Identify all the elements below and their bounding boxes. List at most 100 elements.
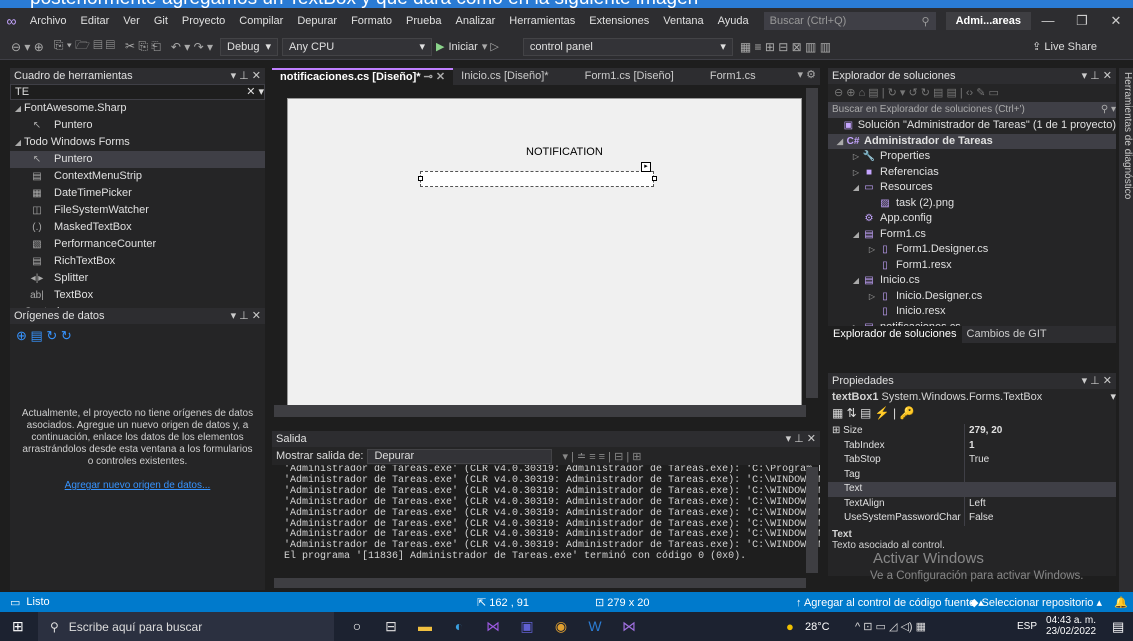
expander-icon[interactable]: ▷: [850, 149, 862, 165]
tab-solution-explorer[interactable]: Explorador de soluciones: [828, 326, 962, 343]
tray-icons[interactable]: ^ ⊡ ▭ ◿ ◁) ▦: [855, 620, 926, 633]
live-share-button[interactable]: ⇪ Live Share: [1032, 40, 1097, 53]
menu-proyecto[interactable]: Proyecto: [175, 8, 232, 34]
expander-icon[interactable]: ◢: [850, 273, 862, 289]
menu-analizar[interactable]: Analizar: [449, 8, 503, 34]
add-source-control[interactable]: ↑ Agregar al control de código fuente ▴: [796, 596, 984, 609]
tree-item[interactable]: ▷ ■ Referencias: [828, 165, 1116, 181]
textbox-control[interactable]: [420, 171, 654, 187]
cut-copy-paste-icon[interactable]: ✂ ⎘ ⎗: [122, 39, 164, 54]
toolbox-item[interactable]: ◫ FileSystemWatcher: [10, 202, 265, 219]
expander-icon[interactable]: ▷: [866, 242, 878, 258]
menu-compilar[interactable]: Compilar: [232, 8, 290, 34]
notification-label[interactable]: NOTIFICATION: [526, 146, 603, 158]
account-button[interactable]: Admi...areas: [945, 12, 1031, 30]
tree-item[interactable]: ▯ Form1.resx: [828, 258, 1116, 274]
tree-item[interactable]: ▯ Inicio.resx: [828, 304, 1116, 320]
tab-form1-code[interactable]: Form1.cs: [702, 68, 764, 85]
add-datasource-link[interactable]: Agregar nuevo origen de datos...: [10, 480, 265, 491]
toolbox-item[interactable]: ▤ ContextMenuStrip: [10, 168, 265, 185]
restore-icon[interactable]: ❐: [1065, 13, 1099, 29]
temperature[interactable]: 28°C: [805, 621, 830, 633]
back-icon[interactable]: ⊖ ▾ ⊕: [8, 40, 47, 54]
toolbox-group[interactable]: ◢ FontAwesome.Sharp: [10, 100, 265, 117]
property-row[interactable]: Text: [828, 482, 1116, 497]
menu-editar[interactable]: Editar: [74, 8, 117, 34]
tab-inicio-design[interactable]: Inicio.cs [Diseño]*: [453, 68, 556, 85]
toolbox-filter[interactable]: TE ✕ ▾: [10, 84, 265, 100]
toolbox-item[interactable]: (.) MaskedTextBox: [10, 219, 265, 236]
smart-tag-icon[interactable]: ▸: [641, 162, 651, 172]
property-row[interactable]: UseSystemPasswordChar False: [828, 511, 1116, 526]
toolbox-item[interactable]: ◂|▸ Splitter: [10, 270, 265, 287]
expander-icon[interactable]: ◢: [850, 180, 862, 196]
output-source-dropdown[interactable]: Depurar: [367, 448, 553, 464]
tree-item[interactable]: ▷ 🔧 Properties: [828, 149, 1116, 165]
tab-git-changes[interactable]: Cambios de GIT: [962, 326, 1052, 343]
property-row[interactable]: TabStop True: [828, 453, 1116, 468]
property-value[interactable]: [965, 482, 969, 497]
toolbox-item[interactable]: ▦ DateTimePicker: [10, 185, 265, 202]
property-value[interactable]: 1: [965, 439, 975, 454]
target-dropdown[interactable]: control panel ▾: [522, 37, 733, 56]
tab-form1-design[interactable]: Form1.cs [Diseño]: [577, 68, 682, 85]
property-value[interactable]: False: [965, 511, 993, 526]
menu-archivo[interactable]: Archivo: [23, 8, 74, 34]
edge-icon[interactable]: ◐: [442, 618, 476, 635]
start-button[interactable]: ▶ Iniciar ▾ ▷: [436, 40, 499, 54]
form-designer[interactable]: NOTIFICATION ▸: [272, 86, 820, 419]
toolbox-item[interactable]: ↖ Puntero: [10, 151, 265, 168]
property-value[interactable]: Left: [965, 497, 986, 512]
diagnostic-tools-sidebar[interactable]: Herramientas de diagnóstico: [1119, 68, 1133, 592]
property-row[interactable]: TabIndex 1: [828, 438, 1116, 454]
tree-item[interactable]: ◢ ▤ Inicio.cs: [828, 273, 1116, 289]
output-toolbar-icons[interactable]: ▾ | ≐ ≡ ≡ | ⊟ | ⊞: [562, 450, 641, 463]
properties-object-selector[interactable]: textBox1 System.Windows.Forms.TextBox ▾: [828, 389, 1116, 406]
layout-icons[interactable]: ▦ ≡ ⊞ ⊟ ⊠ ▥ ▥: [737, 40, 834, 54]
menu-ayuda[interactable]: Ayuda: [711, 8, 756, 34]
resize-handle-right[interactable]: [652, 176, 657, 181]
notifications-icon[interactable]: 🔔: [1114, 596, 1128, 609]
property-value[interactable]: 279, 20: [965, 424, 1002, 439]
tree-item[interactable]: ▣ Solución "Administrador de Tareas" (1 d…: [828, 118, 1116, 134]
tree-item[interactable]: ◢ ▤ Form1.cs: [828, 227, 1116, 243]
weather-icon[interactable]: ●: [786, 619, 794, 634]
expander-icon[interactable]: ◢: [834, 134, 846, 150]
tree-item[interactable]: ◢ C# Administrador de Tareas: [828, 133, 1116, 150]
file-explorer-icon[interactable]: ▬: [408, 618, 442, 635]
close-icon[interactable]: ✕: [1099, 13, 1133, 29]
select-repository[interactable]: ◆ Seleccionar repositorio ▴: [970, 596, 1102, 609]
undo-icon[interactable]: ↶ ▾ ↷ ▾: [168, 40, 216, 54]
solution-toolbar-icons[interactable]: ⊖ ⊕ ⌂ ▤ | ↻ ▾ ↺ ↻ ▤ ▤ | ‹› ✎ ▭: [828, 84, 1116, 102]
solution-search[interactable]: Buscar en Explorador de soluciones (Ctrl…: [828, 102, 1116, 118]
expander-icon[interactable]: ▷: [866, 289, 878, 305]
property-row[interactable]: ⊞ Size 279, 20: [828, 424, 1116, 439]
toolbox-item[interactable]: ▧ PerformanceCounter: [10, 236, 265, 253]
property-row[interactable]: TextAlign Left: [828, 496, 1116, 512]
tab-overflow-icon[interactable]: ▾ ⚙: [798, 68, 820, 85]
toolbox-group[interactable]: ◢ Todo Windows Forms: [10, 134, 265, 151]
windows-start-icon[interactable]: ⊞: [12, 618, 24, 635]
tree-item[interactable]: ▷ ▯ Inicio.Designer.cs: [828, 289, 1116, 305]
cortana-icon[interactable]: ○: [340, 618, 374, 635]
toolbox-item[interactable]: ab| TextBox: [10, 287, 265, 304]
menu-ventana[interactable]: Ventana: [656, 8, 710, 34]
menu-depurar[interactable]: Depurar: [290, 8, 344, 34]
clock[interactable]: 04:43 a. m. 23/02/2022: [1046, 615, 1096, 637]
form-surface[interactable]: NOTIFICATION ▸: [287, 98, 802, 406]
property-value[interactable]: True: [965, 453, 989, 468]
properties-toolbar-icons[interactable]: ▦ ⇅ ▤ ⚡ | 🔑: [828, 406, 1116, 424]
resize-handle-left[interactable]: [418, 176, 423, 181]
designer-hscroll[interactable]: [274, 405, 806, 417]
designer-vscroll[interactable]: [806, 88, 818, 398]
teams-icon[interactable]: ▣: [510, 618, 544, 635]
action-center-icon[interactable]: ▤: [1112, 619, 1124, 635]
menu-ver[interactable]: Ver: [116, 8, 147, 34]
task-view-icon[interactable]: ⊟: [374, 618, 408, 635]
tree-item[interactable]: ▨ task (2).png: [828, 196, 1116, 212]
new-item-icon[interactable]: ⎘ ▾ 🗁 ▤ ▤: [51, 36, 118, 57]
expander-icon[interactable]: ◢: [850, 227, 862, 243]
menu-formato[interactable]: Formato: [344, 8, 399, 34]
menu-herramientas[interactable]: Herramientas: [502, 8, 582, 34]
menu-git[interactable]: Git: [147, 8, 175, 34]
